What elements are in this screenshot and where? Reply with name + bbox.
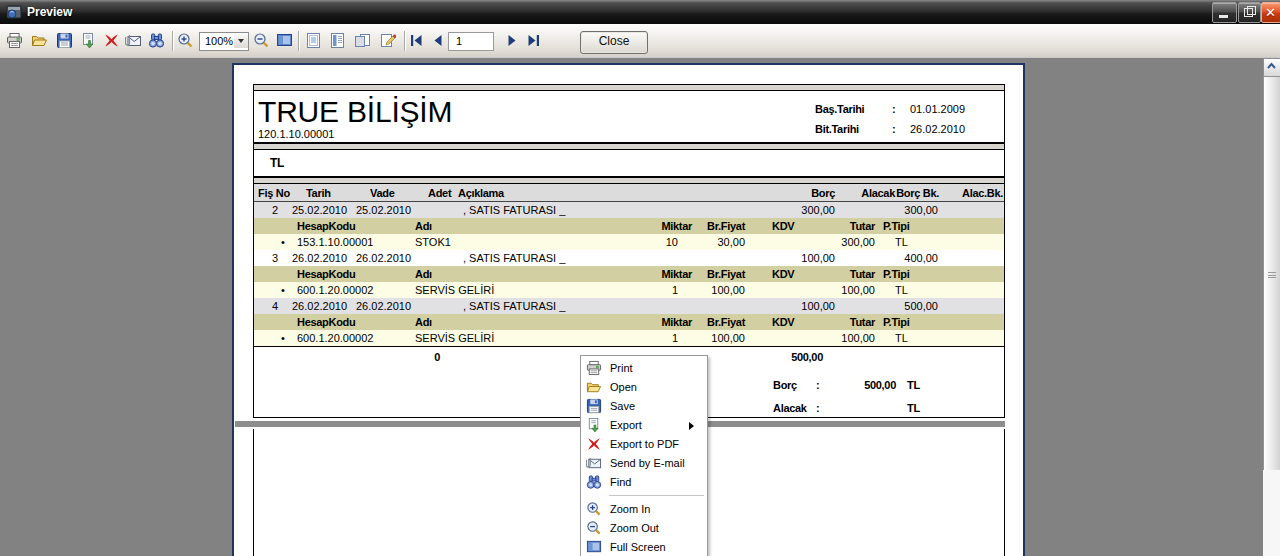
full-screen-icon [586, 539, 602, 555]
zoom-out-icon [586, 520, 602, 536]
last-page-button[interactable] [525, 32, 543, 50]
zoom-out-button[interactable] [253, 32, 271, 50]
colon: : [892, 121, 895, 137]
end-date-value: 26.02.2010 [910, 121, 965, 137]
zoom-in-icon [586, 501, 602, 517]
full-screen-button[interactable] [276, 32, 294, 50]
minimize-icon [1219, 15, 1228, 18]
send-email-icon [586, 455, 602, 471]
open-icon [586, 379, 602, 395]
next-page-button[interactable] [503, 32, 521, 50]
account-code: 120.1.10.00001 [258, 128, 334, 140]
export-pdf-button[interactable] [103, 32, 121, 50]
toolbar: 100% 1 Close [0, 24, 1280, 58]
scroll-up-button[interactable] [1263, 58, 1280, 77]
thumb-grip [1268, 272, 1276, 278]
preview-viewport: TRUE BİLİŞİM 120.1.10.00001 Baş.Tarihi :… [0, 57, 1280, 556]
find-icon [586, 474, 602, 490]
title-bar: Preview ✕ [0, 0, 1280, 24]
export-icon [586, 417, 602, 433]
zoom-in-button[interactable] [177, 32, 195, 50]
multi-page-button[interactable] [354, 32, 372, 50]
close-preview-button[interactable]: Close [580, 31, 648, 54]
menu-item-print[interactable]: Print [582, 359, 704, 378]
menu-item-open[interactable]: Open [582, 378, 704, 397]
band-strip [253, 84, 1005, 91]
start-date-value: 01.01.2009 [910, 101, 965, 117]
print-icon [586, 360, 602, 376]
toolbar-separator [172, 31, 173, 51]
start-date-label: Baş.Tarihi [815, 101, 864, 117]
close-window-button[interactable]: ✕ [1261, 2, 1280, 23]
page-number-value: 1 [456, 35, 462, 47]
minimize-button[interactable] [1212, 2, 1237, 23]
scrollbar-thumb[interactable] [1263, 76, 1280, 472]
currency-section-label: TL [270, 155, 284, 171]
submenu-arrow-icon [689, 422, 698, 430]
header-footer-button[interactable] [329, 32, 347, 50]
open-button[interactable] [31, 32, 49, 50]
close-icon: ✕ [1265, 5, 1276, 20]
menu-item-export[interactable]: Export [582, 416, 704, 435]
menu-item-export-to-pdf[interactable]: Export to PDF [582, 435, 704, 454]
toolbar-separator [404, 31, 405, 51]
zoom-level-value: 100% [205, 35, 233, 47]
scrollbar-track[interactable] [1263, 470, 1280, 556]
band-strip [253, 143, 1005, 150]
restore-button[interactable] [1238, 2, 1261, 23]
page-setup-button[interactable] [305, 32, 323, 50]
find-button[interactable] [148, 32, 166, 50]
zoom-level-combo[interactable]: 100% [199, 32, 249, 51]
band-strip [253, 177, 1005, 184]
menu-item-save[interactable]: Save [582, 397, 704, 416]
edit-page-button[interactable] [379, 32, 397, 50]
app-icon [5, 3, 23, 21]
company-name: TRUE BİLİŞİM [258, 96, 452, 128]
menu-item-zoom-in[interactable]: Zoom In [582, 500, 704, 519]
menu-item-zoom-out[interactable]: Zoom Out [582, 519, 704, 538]
vertical-scrollbar[interactable] [1263, 58, 1280, 556]
export-button[interactable] [80, 32, 98, 50]
context-menu: Print Open Save Export Export to PDF Sen… [580, 355, 708, 556]
save-icon [586, 398, 602, 414]
prev-page-button[interactable] [430, 32, 448, 50]
export-pdf-icon [586, 436, 602, 452]
window-title: Preview [27, 5, 72, 19]
print-button[interactable] [6, 32, 24, 50]
chevron-down-icon[interactable] [234, 33, 248, 48]
end-date-label: Bit.Tarihi [815, 121, 859, 137]
totals-divider [254, 346, 1004, 347]
colon: : [892, 101, 895, 117]
first-page-button[interactable] [408, 32, 426, 50]
toolbar-separator [298, 31, 299, 51]
menu-item-send-by-e-mail[interactable]: Send by E-mail [582, 454, 704, 473]
preview-window: Preview ✕ 100% 1 Close [0, 0, 1280, 556]
menu-separator [609, 495, 704, 496]
menu-item-full-screen[interactable]: Full Screen [582, 538, 704, 556]
send-email-button[interactable] [125, 32, 143, 50]
save-button[interactable] [56, 32, 74, 50]
page-number-input[interactable]: 1 [448, 32, 494, 51]
menu-item-find[interactable]: Find [582, 473, 704, 492]
